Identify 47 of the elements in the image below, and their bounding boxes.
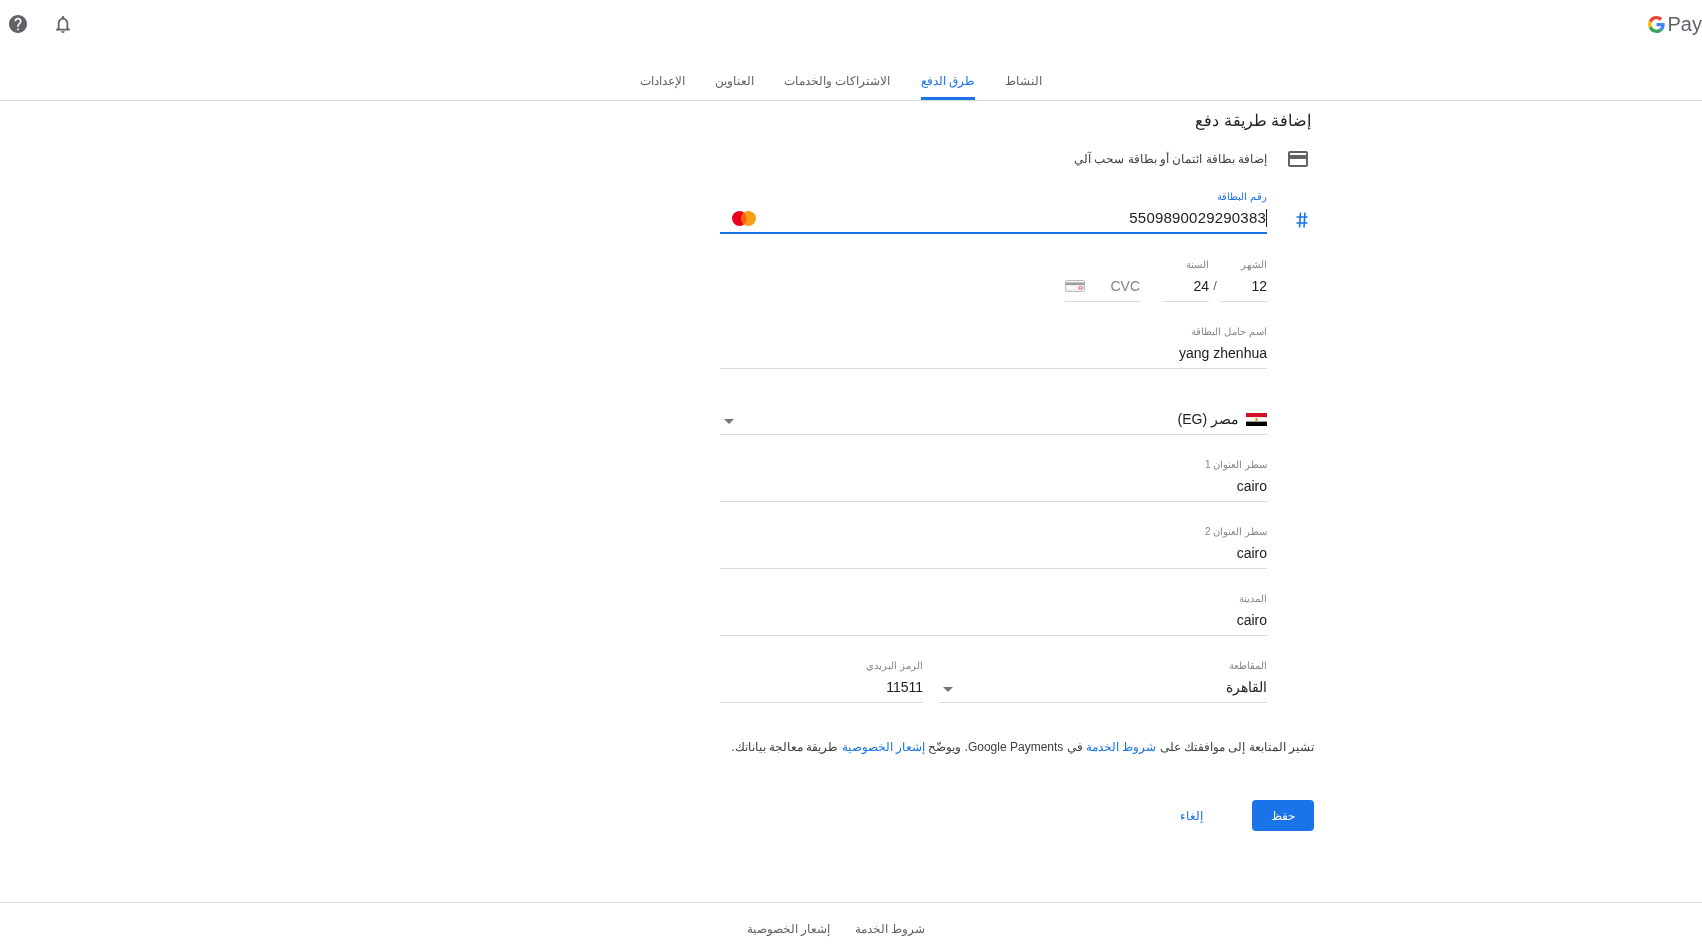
footer-link[interactable]: إشعار الخصوصية: [747, 921, 831, 937]
field-label: السنة: [1185, 258, 1209, 272]
hash-icon: [1296, 212, 1308, 228]
postal-code-field[interactable]: 11511: [720, 677, 923, 703]
field-label: المقاطعة: [1228, 659, 1267, 673]
tab[interactable]: طرق الدفع: [920, 64, 975, 100]
g-logo-icon: [1647, 15, 1665, 33]
logo-text: Pay: [1667, 12, 1702, 36]
credit-card-icon: [1288, 151, 1308, 167]
field-label: سطر العنوان 2: [1203, 525, 1267, 539]
date-separator: /: [1212, 277, 1218, 295]
text-cursor-icon: [1266, 209, 1267, 227]
tab[interactable]: العناوين: [715, 64, 755, 100]
help-icon[interactable]: [9, 15, 27, 33]
field-label: الشهر: [1239, 258, 1267, 272]
field-label: المدينة: [1238, 592, 1267, 606]
address-field[interactable]: cairo: [720, 610, 1267, 636]
tab[interactable]: النشاط: [1004, 64, 1042, 100]
governorate-select[interactable]: القاهرة: [939, 677, 1267, 703]
field-label: الرمز البريدي: [865, 659, 923, 673]
cardholder-name-field[interactable]: yang zhenhua: [720, 343, 1267, 369]
field-label: رقم البطاقة: [1216, 190, 1267, 204]
field-label: سطر العنوان 1: [1203, 458, 1267, 472]
year-field[interactable]: 24: [1162, 276, 1209, 302]
footer-link[interactable]: شروط الخدمة: [854, 921, 925, 937]
country-select[interactable]: مصر (EG): [720, 409, 1267, 435]
cvc-field[interactable]: CVC: [1065, 276, 1140, 302]
consent-text: تشير المتابعة إلى موافقتك على شروط الخدمة في Google Payments. ويوضّح إشعار الخصوصية طريقة معالجة بياناتك.: [730, 739, 1314, 756]
address-field[interactable]: cairo: [720, 476, 1267, 502]
overlapping-circles-icon: [732, 210, 756, 226]
card-number-field[interactable]: 5509890029290383: [720, 208, 1267, 234]
cancel-button[interactable]: إلغاء: [1164, 800, 1219, 831]
dropdown-caret-icon: [724, 418, 734, 424]
month-field[interactable]: 12: [1221, 276, 1267, 302]
card-back-icon: [1065, 280, 1085, 292]
field-label: اسم حامل البطاقة: [1190, 325, 1267, 339]
text-link[interactable]: إشعار الخصوصية: [841, 740, 925, 754]
bell-icon[interactable]: [56, 15, 70, 33]
flag-icon: [1246, 412, 1267, 426]
tab[interactable]: الإعدادات: [640, 64, 686, 100]
page-title: إضافة طريقة دفع: [1194, 111, 1312, 132]
address-field[interactable]: cairo: [720, 543, 1267, 569]
card-option-text: إضافة بطاقة ائتمان أو بطاقة سحب آلي: [1074, 150, 1267, 168]
dropdown-caret-icon: [943, 686, 953, 692]
tab[interactable]: الاشتراكات والخدمات: [784, 64, 891, 100]
text-link[interactable]: شروط الخدمة: [1086, 740, 1157, 754]
save-button[interactable]: حفظ: [1252, 800, 1314, 831]
